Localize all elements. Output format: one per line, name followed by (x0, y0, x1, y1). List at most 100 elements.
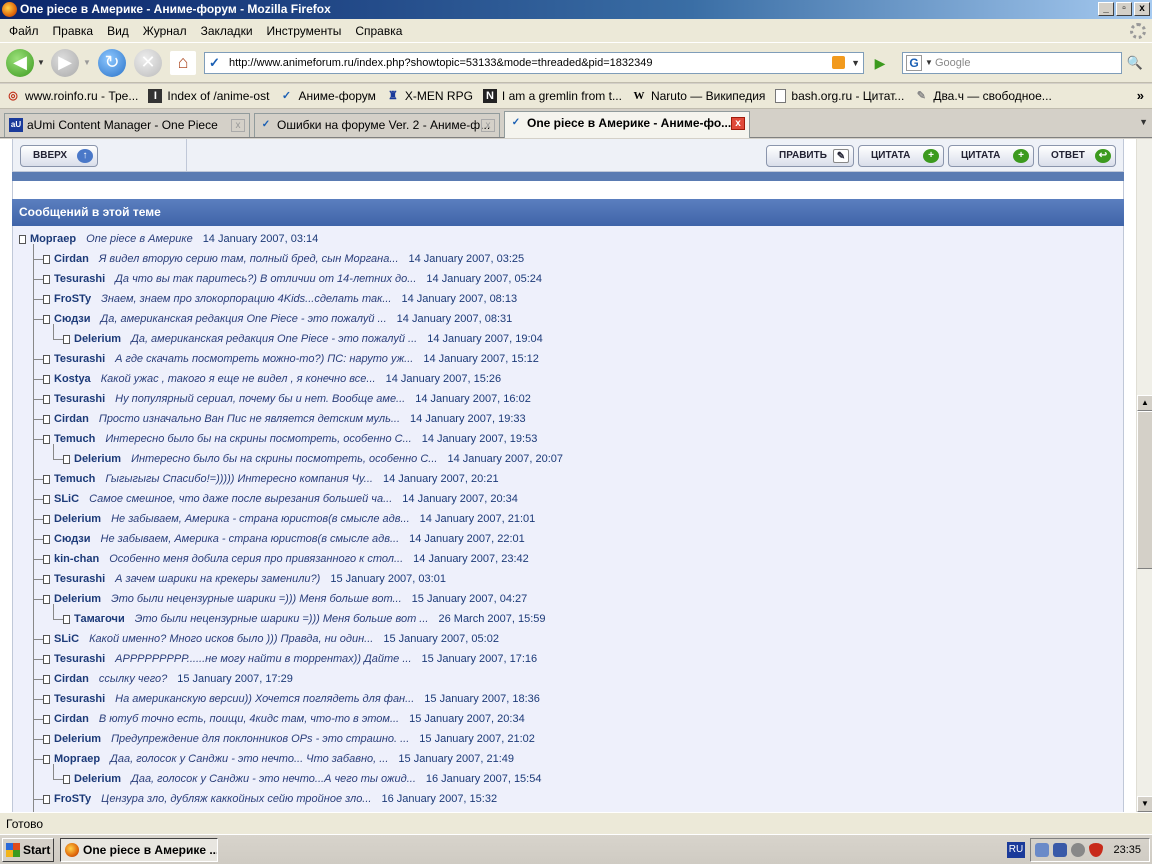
post-author-link[interactable]: Тамагочи (74, 610, 125, 628)
thread-post-row[interactable]: kin-chan Особенно меня добила серия про п… (43, 550, 529, 568)
post-author-link[interactable]: Delerium (54, 510, 101, 528)
thread-post-row[interactable]: Tesurashi АРРРРРРРРР......не могу найти в… (43, 650, 537, 668)
back-history-dropdown-icon[interactable]: ▼ (37, 58, 45, 67)
post-author-link[interactable]: FroSTy (54, 790, 91, 808)
edit-button[interactable]: ПРАВИТЬ ✎ (766, 145, 854, 167)
start-button[interactable]: Start (2, 838, 54, 862)
post-author-link[interactable]: Temuch (54, 430, 95, 448)
menu-help[interactable]: Справка (348, 24, 409, 38)
thread-post-row[interactable]: Temuch Гыгыгыгы Спасибо!=))))) Интересно … (43, 470, 499, 488)
thread-post-row[interactable]: Tesurashi А зачем шарики на крекеры замен… (43, 570, 446, 588)
network-icon[interactable] (1035, 843, 1049, 857)
scroll-down-icon[interactable]: ▼ (1137, 796, 1152, 812)
thread-post-row[interactable]: Моргаер One piece в Америке 14 January 200… (19, 230, 318, 248)
display-icon[interactable] (1053, 843, 1067, 857)
post-author-link[interactable]: SLiC (54, 490, 79, 508)
post-author-link[interactable]: FroSTy (54, 290, 91, 308)
thread-post-row[interactable]: Cirdan Просто изначально Ван Пис не являе… (43, 410, 526, 428)
thread-post-row[interactable]: Cirdan Я видел вторую серию там, полный б… (43, 250, 524, 268)
tab-list-dropdown-icon[interactable]: ▼ (1139, 117, 1148, 127)
post-snippet-link[interactable]: One piece в Америке (86, 230, 193, 248)
post-snippet-link[interactable]: Да, американская редакция One Piece - эт… (131, 330, 417, 348)
minimize-button[interactable]: _ (1098, 2, 1114, 16)
post-snippet-link[interactable]: Знаем, знаем про злокорпорацию 4Kids...с… (101, 290, 391, 308)
thread-post-row[interactable]: Temuch Интересно было бы на скрины посмот… (43, 430, 537, 448)
post-author-link[interactable]: Delerium (54, 590, 101, 608)
post-snippet-link[interactable]: Да что вы так паритесь?) В отличии от 14… (115, 270, 416, 288)
back-button[interactable]: ◀ (6, 49, 34, 77)
post-author-link[interactable]: Tesurashi (54, 690, 105, 708)
post-author-link[interactable]: Kostya (54, 370, 91, 388)
menu-tools[interactable]: Инструменты (260, 24, 349, 38)
thread-post-row[interactable]: Delerium Это были нецензурные шарики =)))… (43, 590, 527, 608)
bookmark-gremlin[interactable]: N I am a gremlin from t... (482, 89, 622, 103)
reload-button[interactable]: ↻ (98, 49, 126, 77)
post-author-link[interactable]: SLiC (54, 630, 79, 648)
forward-button[interactable]: ▶ (51, 49, 79, 77)
thread-post-row[interactable]: Tesurashi Да что вы так паритесь?) В отли… (43, 270, 542, 288)
bookmark-animeforum[interactable]: ✓ Аниме-форум (279, 89, 376, 103)
post-snippet-link[interactable]: Не забываем, Америка - страна юристов(в … (101, 530, 400, 548)
go-button[interactable]: ▶ (868, 53, 892, 73)
post-author-link[interactable]: Cirdan (54, 250, 89, 268)
up-button[interactable]: ВВЕРХ ↑ (20, 145, 98, 167)
post-author-link[interactable]: Delerium (54, 730, 101, 748)
menu-view[interactable]: Вид (100, 24, 136, 38)
post-snippet-link[interactable]: А зачем шарики на крекеры заменили?) (115, 570, 320, 588)
tab-close-icon[interactable]: x (481, 119, 495, 132)
tab-one-piece[interactable]: ✓ One piece в Америке - Аниме-фо... x (504, 111, 750, 138)
post-snippet-link[interactable]: Цензура зло, дубляж каккойных сейю тройн… (101, 790, 371, 808)
page-scrollbar[interactable]: ▲ ▼ (1136, 139, 1152, 812)
menu-history[interactable]: Журнал (136, 24, 194, 38)
tab-aumi[interactable]: aU aUmi Content Manager - One Piece x (4, 113, 250, 137)
scroll-up-icon[interactable]: ▲ (1137, 395, 1152, 411)
thread-post-row[interactable]: Delerium Даа, голосок у Санджи - это нечт… (63, 770, 541, 788)
post-snippet-link[interactable]: Да, американская редакция One Piece - эт… (101, 310, 387, 328)
post-snippet-link[interactable]: Не забываем, Америка - страна юристов(в … (111, 510, 410, 528)
post-author-link[interactable]: Tesurashi (54, 350, 105, 368)
post-author-link[interactable]: Delerium (74, 770, 121, 788)
scrollbar-thumb[interactable] (1137, 411, 1152, 569)
forward-history-dropdown-icon[interactable]: ▼ (83, 58, 91, 67)
post-author-link[interactable]: Cirdan (54, 710, 89, 728)
post-author-link[interactable]: Сюдзи (54, 310, 91, 328)
thread-post-row[interactable]: Tesurashi А где скачать посмотреть можно-… (43, 350, 539, 368)
thread-post-row[interactable]: Delerium Интересно было бы на скрины посм… (63, 450, 563, 468)
post-snippet-link[interactable]: Это были нецензурные шарики =))) Меня бо… (135, 610, 429, 628)
maximize-button[interactable]: ▫ (1116, 2, 1132, 16)
tab-forum-errors[interactable]: ✓ Ошибки на форуме Ver. 2 - Аниме-ф... x (254, 113, 500, 137)
post-author-link[interactable]: Cirdan (54, 410, 89, 428)
post-snippet-link[interactable]: Гыгыгыгы Спасибо!=))))) Интересно компан… (105, 470, 373, 488)
search-button[interactable]: 🔍 (1124, 53, 1146, 73)
bookmarks-overflow-icon[interactable]: » (1137, 88, 1144, 103)
search-input[interactable]: G ▼ Google (902, 52, 1122, 74)
post-snippet-link[interactable]: Интересно было бы на скрины посмотреть, … (105, 430, 411, 448)
thread-post-row[interactable]: Kostya Какой ужас , такого я еще не видел… (43, 370, 501, 388)
url-bar[interactable]: ✓ http://www.animeforum.ru/index.php?sho… (204, 52, 864, 74)
thread-post-row[interactable]: Cirdan ссылку чего? 15 January 2007, 17:29 (43, 670, 293, 688)
post-snippet-link[interactable]: Даа, голосок у Санджи - это нечто...А че… (131, 770, 416, 788)
thread-post-row[interactable]: SLiC Какой именно? Много исков было ))) П… (43, 630, 499, 648)
home-button[interactable]: ⌂ (170, 51, 196, 75)
post-snippet-link[interactable]: Самое смешное, что даже после вырезания … (89, 490, 392, 508)
post-snippet-link[interactable]: Какой именно? Много исков было ))) Правд… (89, 630, 373, 648)
quote-button[interactable]: ЦИТАТА + (858, 145, 944, 167)
bookmark-bash[interactable]: bash.org.ru - Цитат... (775, 89, 904, 103)
post-snippet-link[interactable]: ссылку чего? (99, 670, 167, 688)
post-snippet-link[interactable]: Я видел вторую серию там, полный бред, с… (99, 250, 399, 268)
thread-post-row[interactable]: Cirdan В ютуб точно есть, поищи, 4кидс та… (43, 710, 525, 728)
post-snippet-link[interactable]: На американскую версии)) Хочется погляде… (115, 690, 414, 708)
thread-post-row[interactable]: Тамагочи Это были нецензурные шарики =)))… (63, 610, 546, 628)
post-author-link[interactable]: Tesurashi (54, 270, 105, 288)
language-indicator[interactable]: RU (1007, 842, 1025, 858)
post-author-link[interactable]: Tesurashi (54, 650, 105, 668)
rss-feed-icon[interactable] (832, 56, 845, 69)
thread-post-row[interactable]: Delerium Да, американская редакция One Pi… (63, 330, 543, 348)
taskbar-item-firefox[interactable]: One piece в Америке ... (60, 838, 218, 862)
post-snippet-link[interactable]: АРРРРРРРРР......не могу найти в торрента… (115, 650, 411, 668)
reply-button[interactable]: ОТВЕТ ↩ (1038, 145, 1116, 167)
menu-bookmarks[interactable]: Закладки (194, 24, 260, 38)
thread-post-row[interactable]: Сюдзи Да, американская редакция One Piece… (43, 310, 512, 328)
window-titlebar[interactable]: One piece в Америке - Аниме-форум - Mozi… (0, 0, 1152, 19)
post-snippet-link[interactable]: Просто изначально Ван Пис не является де… (99, 410, 400, 428)
